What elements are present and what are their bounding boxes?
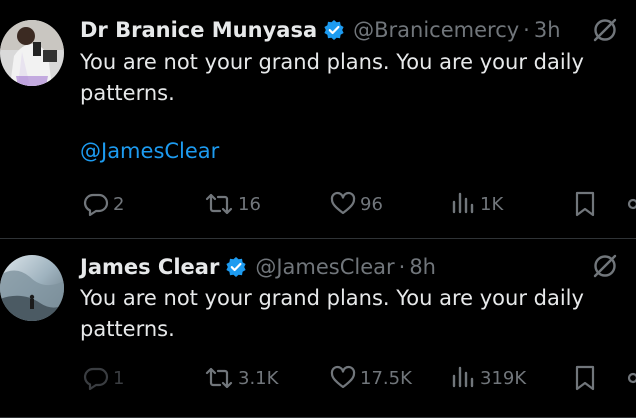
tweet[interactable]: James Clear @JamesClear · 8h You are not… — [0, 239, 636, 418]
view-count: 319K — [480, 367, 527, 389]
tweet-actions: 2 16 96 1K — [0, 189, 636, 219]
like-count: 17.5K — [360, 367, 412, 389]
share-button[interactable] — [626, 363, 636, 393]
tweet-actions: 1 3.1K 17.5K 319K — [0, 363, 636, 393]
handle[interactable]: @Branicemercy — [353, 18, 519, 42]
tweet-header: James Clear @JamesClear · 8h — [80, 252, 636, 282]
reply-count: 2 — [113, 193, 125, 215]
separator-dot: · — [398, 255, 406, 279]
bookmark-icon — [572, 190, 598, 218]
avatar[interactable] — [0, 20, 64, 86]
timeline-feed: Dr Branice Munyasa @Branicemercy · 3h Yo… — [0, 0, 636, 418]
like-button[interactable]: 96 — [329, 189, 383, 219]
reply-button[interactable]: 1 — [82, 363, 124, 393]
bookmark-button[interactable] — [572, 189, 598, 219]
reply-icon — [82, 364, 110, 392]
verified-badge-icon — [225, 256, 247, 278]
mention-link[interactable]: @JamesClear — [80, 139, 219, 163]
reply-button[interactable]: 2 — [82, 189, 124, 219]
display-name[interactable]: James Clear — [80, 255, 219, 279]
retweet-count: 3.1K — [238, 367, 279, 389]
tweet-header: Dr Branice Munyasa @Branicemercy · 3h — [80, 15, 636, 45]
retweet-button[interactable]: 3.1K — [203, 363, 278, 393]
verified-badge-icon — [323, 19, 345, 41]
retweet-icon — [203, 364, 235, 392]
share-icon — [626, 364, 636, 392]
timestamp[interactable]: 3h — [534, 18, 561, 42]
views-button[interactable]: 319K — [449, 363, 526, 393]
timestamp[interactable]: 8h — [409, 255, 436, 279]
tweet-text: You are not your grand plans. You are yo… — [80, 286, 584, 341]
reply-count: 1 — [113, 367, 125, 389]
display-name[interactable]: Dr Branice Munyasa — [80, 18, 317, 42]
view-count: 1K — [480, 193, 504, 215]
like-button[interactable]: 17.5K — [329, 363, 412, 393]
reply-icon — [82, 190, 110, 218]
handle[interactable]: @JamesClear — [255, 255, 394, 279]
like-count: 96 — [360, 193, 383, 215]
share-button[interactable] — [626, 189, 636, 219]
share-icon — [626, 190, 636, 218]
retweet-icon — [203, 190, 235, 218]
heart-icon — [329, 364, 357, 392]
grok-icon[interactable] — [592, 253, 618, 279]
bookmark-button[interactable] — [572, 363, 598, 393]
heart-icon — [329, 190, 357, 218]
retweet-count: 16 — [238, 193, 261, 215]
separator-dot: · — [523, 18, 530, 42]
views-button[interactable]: 1K — [449, 189, 503, 219]
tweet-text: You are not your grand plans. You are yo… — [80, 50, 584, 105]
grok-icon[interactable] — [592, 17, 618, 43]
views-icon — [449, 190, 477, 218]
avatar[interactable] — [0, 255, 64, 321]
bookmark-icon — [572, 364, 598, 392]
retweet-button[interactable]: 16 — [203, 189, 261, 219]
tweet[interactable]: Dr Branice Munyasa @Branicemercy · 3h Yo… — [0, 0, 636, 239]
views-icon — [449, 364, 477, 392]
